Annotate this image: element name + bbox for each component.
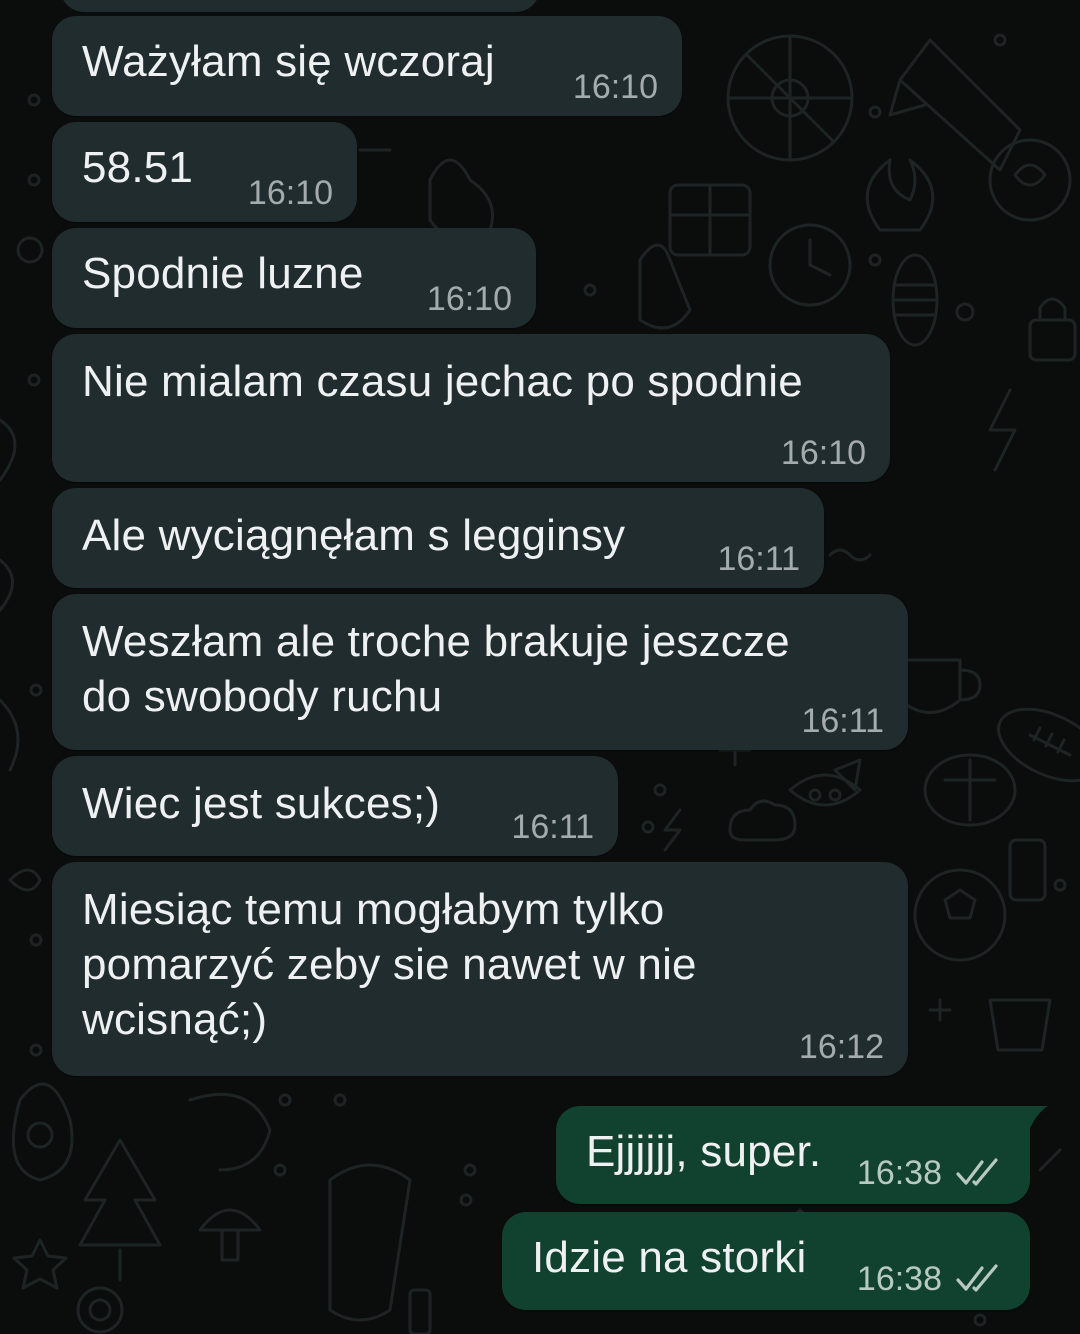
message-text: Nie mialam czasu jechac po spodnie	[82, 357, 803, 406]
incoming-message-bubble[interactable]: 58.51 16:10	[52, 122, 357, 222]
message-time: 16:11	[717, 540, 800, 578]
message-text: 58.51	[82, 143, 194, 192]
message-time: 16:12	[798, 1028, 884, 1066]
outgoing-message-bubble[interactable]: Ejjjjjj, super. 16:38	[556, 1106, 1030, 1204]
incoming-message-bubble[interactable]: Miesiąc temu mogłabym tylko pomarzyć zeb…	[52, 862, 908, 1076]
message-time: 16:10	[780, 434, 866, 472]
incoming-message-bubble[interactable]: Ważyłam się wczoraj 16:10	[52, 16, 682, 116]
message-time: 16:10	[426, 280, 512, 318]
outgoing-message-bubble[interactable]: Idzie na storki 16:38	[502, 1212, 1030, 1310]
incoming-message-bubble[interactable]: Ale wyciągnęłam s legginsy 16:11	[52, 488, 824, 588]
bubble-tail	[1026, 1106, 1048, 1128]
message-text: Idzie na storki	[532, 1233, 807, 1282]
incoming-message-bubble[interactable]: Weszłam ale troche brakuje jeszcze do sw…	[52, 594, 908, 750]
message-text: Ważyłam się wczoraj	[82, 37, 495, 86]
message-time: 16:11	[511, 808, 594, 846]
incoming-message-bubble[interactable]: Spodnie luzne 16:10	[52, 228, 536, 328]
message-time: 16:38	[856, 1154, 942, 1192]
message-time: 16:38	[856, 1260, 942, 1298]
message-time: 16:10	[247, 174, 333, 212]
message-time: 16:10	[572, 68, 658, 106]
double-check-icon	[956, 1158, 998, 1186]
message-text: Wiec jest sukces;)	[82, 779, 441, 828]
message-time: 16:11	[801, 702, 884, 740]
message-text: Miesiąc temu mogłabym tylko pomarzyć zeb…	[82, 885, 697, 1044]
double-check-icon	[956, 1264, 998, 1292]
previous-message-bubble-edge	[60, 0, 540, 12]
message-text: Ale wyciągnęłam s legginsy	[82, 511, 626, 560]
message-text: Weszłam ale troche brakuje jeszcze do sw…	[82, 617, 790, 721]
message-text: Ejjjjjj, super.	[586, 1127, 822, 1176]
chat-message-list[interactable]: Ważyłam się wczoraj 16:10 58.51 16:10 Sp…	[0, 0, 1080, 1334]
message-text: Spodnie luzne	[82, 249, 364, 298]
incoming-message-bubble[interactable]: Wiec jest sukces;) 16:11	[52, 756, 618, 856]
incoming-message-bubble[interactable]: Nie mialam czasu jechac po spodnie 16:10	[52, 334, 890, 482]
